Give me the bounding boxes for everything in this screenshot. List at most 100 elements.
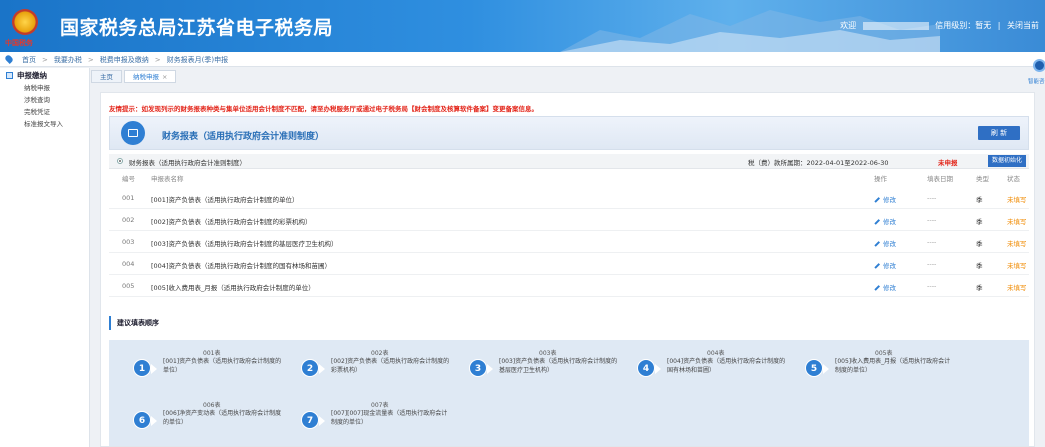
tab-home-label: 主页 — [100, 73, 113, 81]
order-step[interactable]: 7 007表 [007][007]现金流量表（适用执行政府会计制度的单位） — [301, 400, 451, 436]
tab-bar: 主页 纳税申报 × — [91, 70, 177, 83]
emblem-tag: 中国税务 — [5, 39, 33, 47]
table-row: 005 [005]收入费用表_月报（适用执行政府会计制度的单位） 修改 ---- 季 未填… — [109, 275, 1029, 297]
step-code: 001表 — [203, 350, 221, 357]
header-date: 填表日期 — [927, 175, 953, 183]
fill-status: 未填写 — [1007, 240, 1027, 248]
arrow-right-icon — [151, 364, 157, 374]
section-radio[interactable] — [117, 158, 123, 164]
edit-link[interactable]: 修改 — [874, 282, 896, 292]
breadcrumb-separator: > — [87, 56, 94, 64]
sidebar-item-import[interactable]: 标准报文导入 — [0, 118, 89, 130]
report-name: [001]资产负债表（适用执行政府会计制度的单位） — [151, 196, 299, 204]
breadcrumb-trail: 首页 > 我要办税 > 税费申报及缴纳 > 财务报表月(季)申报 — [22, 55, 228, 65]
row-number: 001 — [122, 194, 135, 202]
notice-text: 友情提示：如发现列示的财务报表种类与集单位适用会计制度不匹配，请至办税服务厅或通… — [109, 105, 538, 113]
sidebar-item-query[interactable]: 涉税查询 — [0, 94, 89, 106]
row-number: 004 — [122, 260, 135, 268]
row-number: 002 — [122, 216, 135, 224]
sidebar-heading-label: 申报缴纳 — [17, 70, 47, 80]
tab-declaration-label: 纳税申报 — [133, 73, 159, 81]
fill-date: ---- — [927, 282, 937, 290]
step-description: [004]资产负债表（适用执行政府会计制度的国有林场和苗圃） — [667, 358, 786, 374]
step-code: 002表 — [371, 350, 389, 357]
report-type: 季 — [976, 196, 983, 204]
step-code: 005表 — [875, 350, 893, 357]
step-code: 003表 — [539, 350, 557, 357]
order-step[interactable]: 2 002表 [002]资产负债表（适用执行政府会计制度的彩票机构） — [301, 348, 451, 384]
edit-label: 修改 — [883, 218, 896, 226]
edit-label: 修改 — [883, 240, 896, 248]
header-type: 类型 — [976, 175, 989, 183]
pencil-icon — [874, 241, 880, 247]
edit-link[interactable]: 修改 — [874, 260, 896, 270]
tab-home[interactable]: 主页 — [91, 70, 122, 83]
breadcrumb-item[interactable]: 首页 — [22, 56, 36, 64]
report-name: [005]收入费用表_月报（适用执行政府会计制度的单位） — [151, 284, 315, 292]
report-title: 财务报表（适用执行政府会计准则制度） — [162, 132, 325, 142]
step-number: 5 — [805, 359, 823, 377]
step-description: [007][007]现金流量表（适用执行政府会计制度的单位） — [331, 410, 448, 426]
tax-emblem-icon — [12, 9, 38, 35]
breadcrumb-item[interactable]: 税费申报及缴纳 — [100, 56, 149, 64]
header-no: 编号 — [122, 175, 135, 183]
tax-period: 税（费）款所属期：2022-04-01至2022-06-30 — [748, 159, 889, 167]
header-status: 状态 — [1007, 175, 1020, 183]
report-section-row: 财务报表（适用执行政府会计准则制度） 税（费）款所属期：2022-04-01至2… — [109, 154, 1029, 169]
header-name: 申报表名称 — [151, 175, 184, 183]
arrow-right-icon — [823, 364, 829, 374]
report-title-bar: 财务报表（适用执行政府会计准则制度） 刷 新 — [109, 116, 1029, 150]
arrow-right-icon — [319, 364, 325, 374]
report-type: 季 — [976, 262, 983, 270]
table-row: 001 [001]资产负债表（适用执行政府会计制度的单位） 修改 ---- 季 未填写 — [109, 187, 1029, 209]
fill-date: ---- — [927, 194, 937, 202]
step-number: 4 — [637, 359, 655, 377]
sidebar-item-nashui[interactable]: 纳税申报 — [0, 82, 89, 94]
close-current-link[interactable]: 关闭当前 — [1007, 21, 1039, 30]
report-type: 季 — [976, 240, 983, 248]
fill-status: 未填写 — [1007, 262, 1027, 270]
step-code: 006表 — [203, 402, 221, 409]
fill-status: 未填写 — [1007, 284, 1027, 292]
step-number: 6 — [133, 411, 151, 429]
site-header: 中国税务 国家税务总局江苏省电子税务局 欢迎 信用级别：暂无 | 关闭当前 — [0, 0, 1045, 52]
order-step[interactable]: 3 003表 [003]资产负债表（适用执行政府会计制度的基层医疗卫生机构） — [469, 348, 619, 384]
pencil-icon — [874, 197, 880, 203]
step-number: 1 — [133, 359, 151, 377]
sidebar-item-voucher[interactable]: 完税凭证 — [0, 106, 89, 118]
fill-order-steps: 1 001表 [001]资产负债表（适用执行政府会计制度的单位） 2 002表 [002]… — [109, 340, 1029, 446]
edit-link[interactable]: 修改 — [874, 194, 896, 204]
main-panel: 友情提示：如发现列示的财务报表种类与集单位适用会计制度不匹配，请至办税服务厅或通… — [100, 92, 1035, 447]
refresh-button[interactable]: 刷 新 — [978, 126, 1020, 140]
table-row: 004 [004]资产负债表（适用执行政府会计制度的国有林场和苗圃） 修改 ---- 季… — [109, 253, 1029, 275]
table-row: 002 [002]资产负债表（适用执行政府会计制度的彩票机构） 修改 ---- 季 未填写 — [109, 209, 1029, 231]
table-header: 编号 申报表名称 操作 填表日期 类型 状态 — [109, 173, 1029, 185]
data-init-button[interactable]: 数据初始化 — [988, 155, 1026, 167]
breadcrumb-item[interactable]: 我要办税 — [54, 56, 82, 64]
edit-label: 修改 — [883, 262, 896, 270]
edit-link[interactable]: 修改 — [874, 216, 896, 226]
sidebar-heading[interactable]: 申报缴纳 — [0, 68, 89, 82]
breadcrumb-item[interactable]: 财务报表月(季)申报 — [167, 56, 228, 64]
smart-consult[interactable]: 智能咨询 — [1028, 55, 1045, 95]
report-name: [004]资产负债表（适用执行政府会计制度的国有林场和苗圃） — [151, 262, 331, 270]
declaration-status: 未申报 — [938, 159, 958, 167]
order-step[interactable]: 6 006表 [006]净资产变动表（适用执行政府会计制度的单位） — [133, 400, 283, 436]
report-type: 季 — [976, 218, 983, 226]
pencil-icon — [874, 219, 880, 225]
step-number: 3 — [469, 359, 487, 377]
order-step[interactable]: 1 001表 [001]资产负债表（适用执行政府会计制度的单位） — [133, 348, 283, 384]
edit-label: 修改 — [883, 284, 896, 292]
pencil-icon — [874, 285, 880, 291]
report-name: [003]资产负债表（适用执行政府会计制度的基层医疗卫生机构） — [151, 240, 338, 248]
order-step[interactable]: 4 004表 [004]资产负债表（适用执行政府会计制度的国有林场和苗圃） — [637, 348, 787, 384]
step-description: [001]资产负债表（适用执行政府会计制度的单位） — [163, 358, 282, 374]
fill-status: 未填写 — [1007, 196, 1027, 204]
breadcrumb-separator: > — [154, 56, 161, 64]
edit-link[interactable]: 修改 — [874, 238, 896, 248]
order-step[interactable]: 5 005表 [005]收入费用表_月报（适用执行政府会计制度的单位） — [805, 348, 955, 384]
fill-date: ---- — [927, 238, 937, 246]
close-tab-icon[interactable]: × — [162, 73, 167, 81]
tab-declaration[interactable]: 纳税申报 × — [124, 70, 177, 83]
fill-date: ---- — [927, 216, 937, 224]
